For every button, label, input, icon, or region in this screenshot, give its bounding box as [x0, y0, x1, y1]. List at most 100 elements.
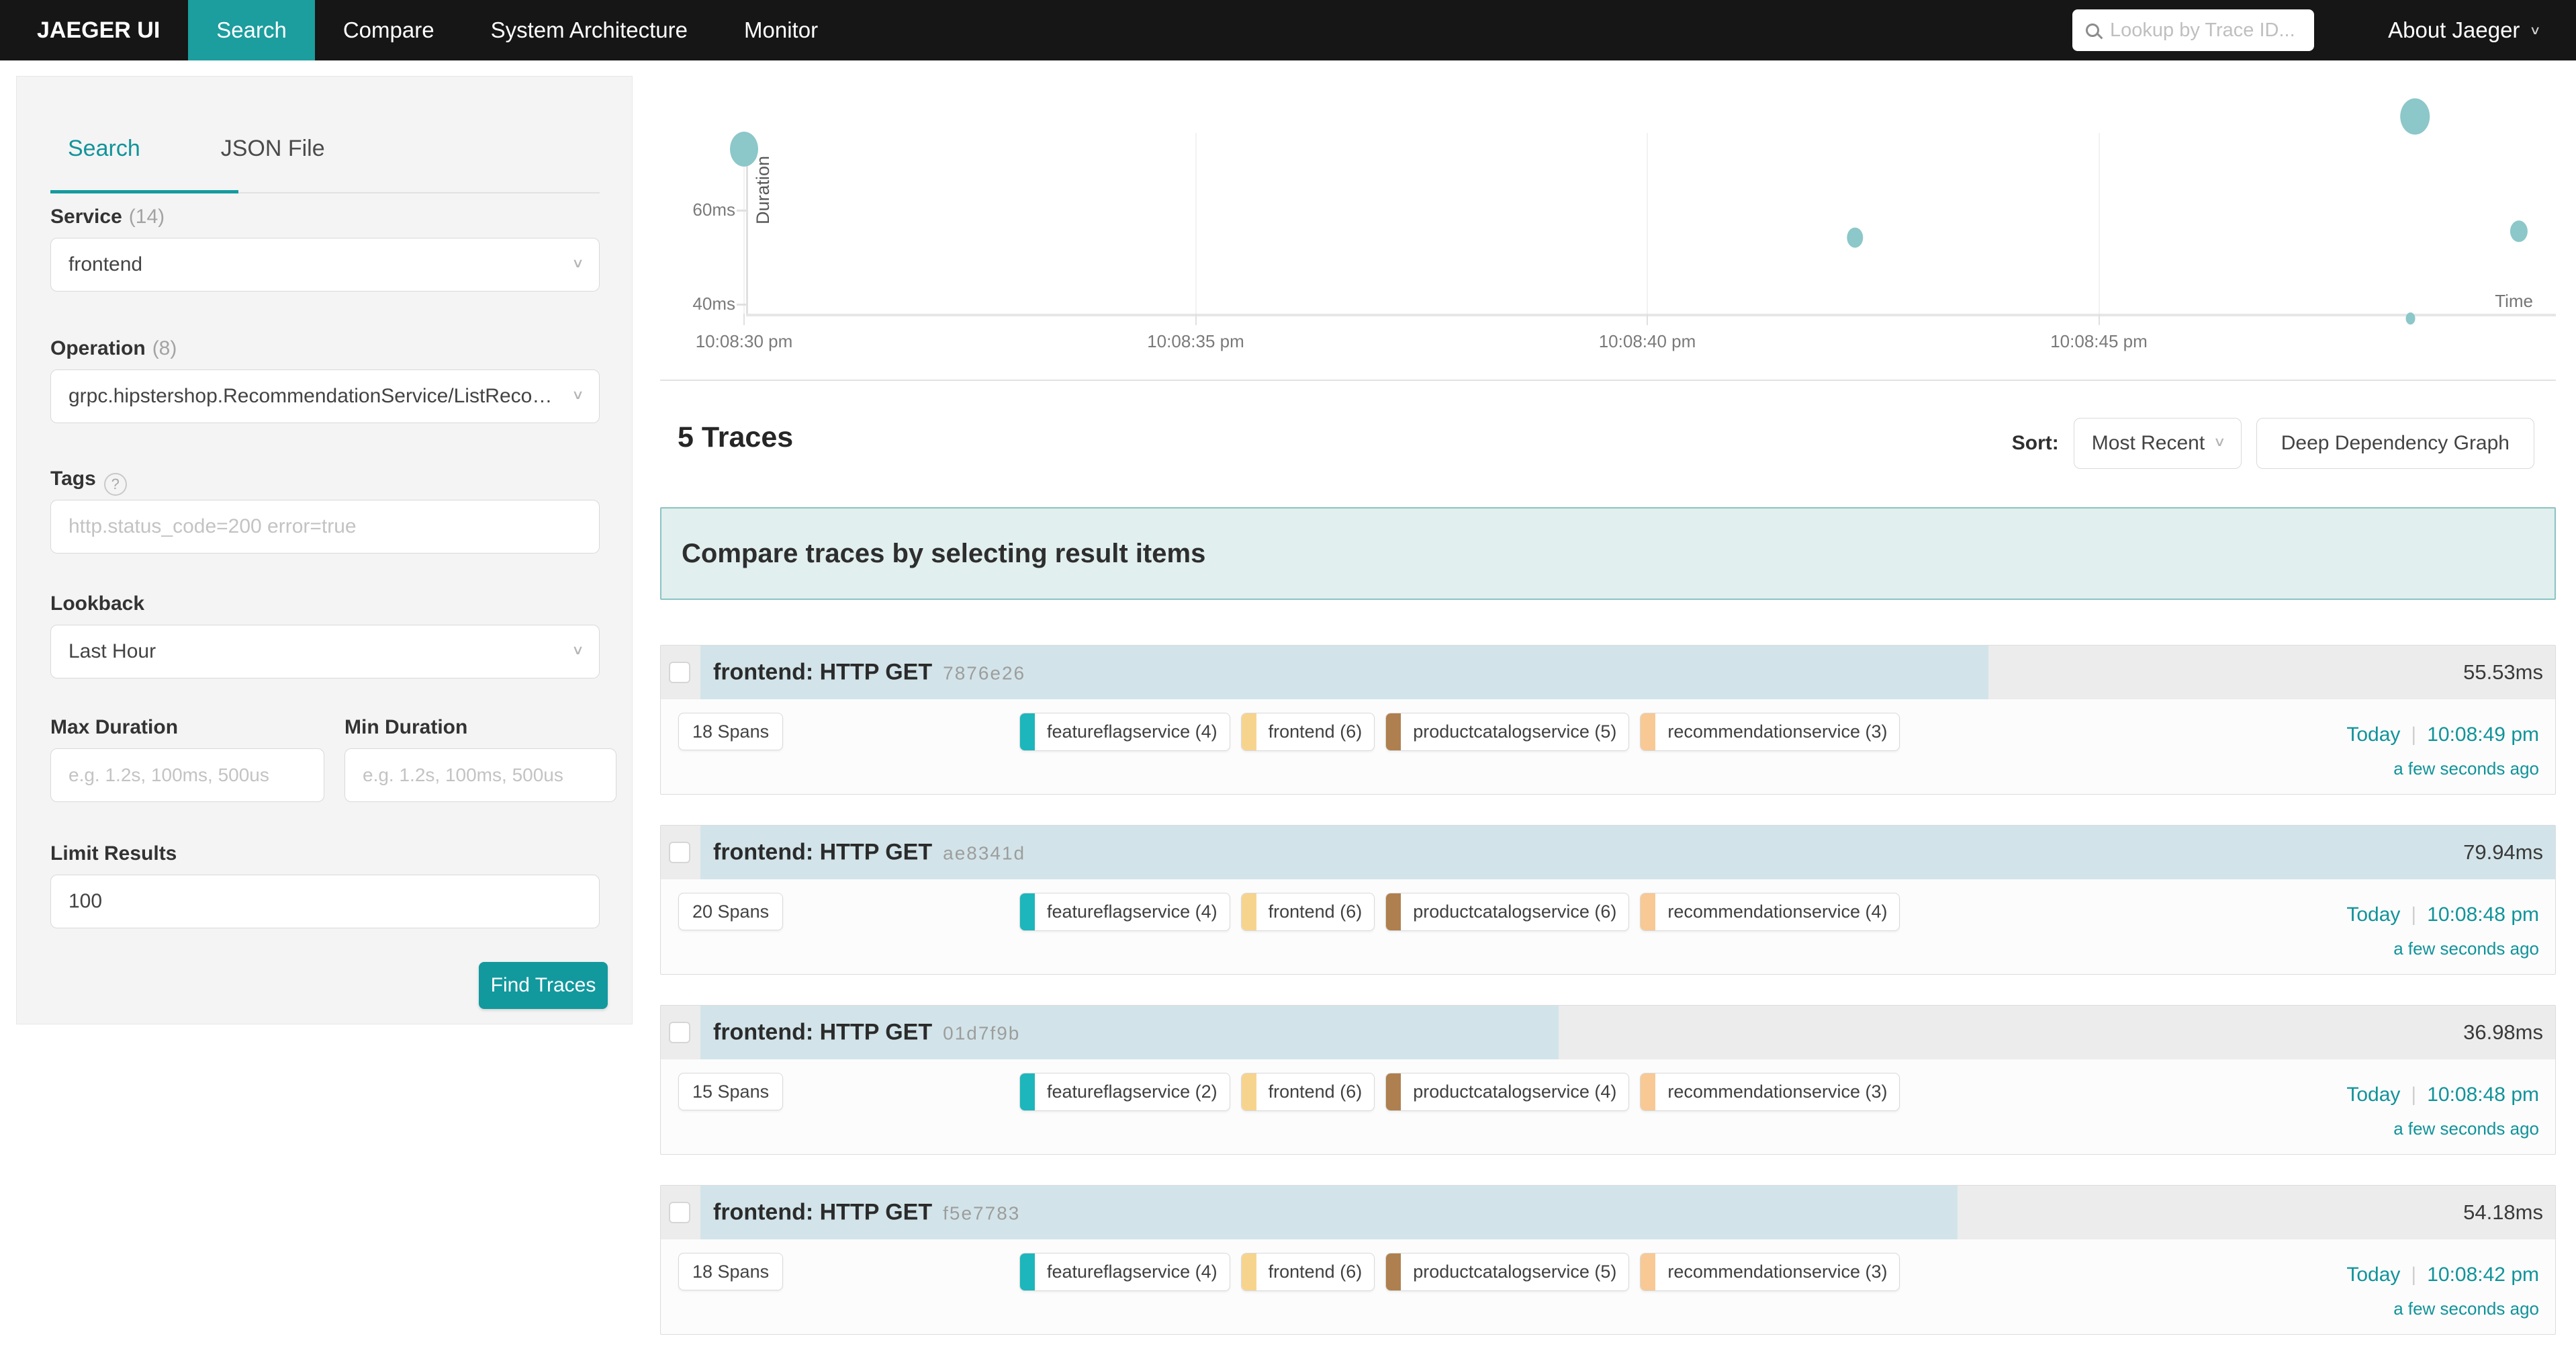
service-tag-productcatalogservice: productcatalogservice (5): [1385, 713, 1629, 751]
trace-scatter-point[interactable]: [2406, 312, 2416, 324]
sort-label: Sort:: [2012, 432, 2059, 455]
sidebar-tabs: Search JSON File: [50, 136, 342, 162]
trace-select-checkbox[interactable]: [669, 1022, 690, 1043]
tab-json-file[interactable]: JSON File: [203, 136, 342, 162]
trace-scatter-point[interactable]: [2510, 220, 2528, 242]
trace-result-card[interactable]: frontend: HTTP GET01d7f9b 36.98ms 15 Spa…: [660, 1005, 2556, 1155]
chevron-down-icon: ∨: [2529, 23, 2541, 38]
service-tag-label: productcatalogservice (6): [1401, 893, 1628, 930]
about-jaeger-menu[interactable]: About Jaeger ∨: [2388, 0, 2541, 60]
service-tag-productcatalogservice: productcatalogservice (5): [1385, 1253, 1629, 1291]
search-icon: [2086, 24, 2099, 37]
trace-duration: 79.94ms: [2463, 840, 2543, 865]
service-tag-frontend: frontend (6): [1241, 1253, 1375, 1291]
service-color-swatch: [1242, 1253, 1256, 1290]
timestamp-divider: |: [2411, 1084, 2416, 1106]
service-tag-label: recommendationservice (3): [1655, 1073, 1899, 1110]
sort-select[interactable]: Most Recent ∨: [2074, 418, 2242, 469]
trace-date-link[interactable]: Today: [2346, 904, 2400, 926]
service-color-swatch: [1386, 1253, 1401, 1290]
span-count-badge[interactable]: 20 Spans: [678, 893, 783, 930]
trace-title: frontend: HTTP GET7876e26: [713, 660, 1025, 686]
tab-search[interactable]: Search: [50, 136, 158, 162]
service-color-swatch: [1386, 713, 1401, 750]
min-duration-input[interactable]: e.g. 1.2s, 100ms, 500us: [344, 748, 616, 802]
max-duration-input[interactable]: e.g. 1.2s, 100ms, 500us: [50, 748, 324, 802]
trace-timestamps: Today|10:08:48 pm a few seconds ago: [2346, 1084, 2539, 1139]
compare-banner: Compare traces by selecting result items: [660, 507, 2556, 600]
search-sidebar: Search JSON File Service(14) frontend ∨ …: [16, 76, 633, 1024]
trace-scatter-point[interactable]: [730, 132, 758, 167]
service-tag-featureflagservice: featureflagservice (2): [1019, 1073, 1230, 1111]
service-tag-featureflagservice: featureflagservice (4): [1019, 893, 1230, 931]
nav-tab-system-architecture[interactable]: System Architecture: [463, 0, 716, 60]
trace-count-title: 5 Traces: [678, 421, 793, 454]
operation-select[interactable]: grpc.hipstershop.RecommendationService/L…: [50, 369, 600, 423]
trace-title: frontend: HTTP GETae8341d: [713, 840, 1025, 866]
service-value: frontend: [68, 253, 142, 276]
trace-select-checkbox[interactable]: [669, 842, 690, 863]
trace-date-link[interactable]: Today: [2346, 1264, 2400, 1286]
service-tag-list: featureflagservice (4) frontend (6) produc…: [1019, 1253, 1900, 1291]
top-nav: JAEGER UI SearchCompareSystem Architectu…: [0, 0, 2576, 60]
trace-scatter-point[interactable]: [2400, 98, 2430, 134]
timestamp-divider: |: [2411, 1264, 2416, 1286]
trace-card-header: frontend: HTTP GET7876e26 55.53ms: [661, 646, 2555, 699]
sort-value: Most Recent: [2092, 432, 2205, 455]
limit-results-input[interactable]: 100: [50, 875, 600, 928]
span-count-badge[interactable]: 18 Spans: [678, 713, 783, 750]
nav-tab-compare[interactable]: Compare: [315, 0, 463, 60]
service-tag-label: featureflagservice (4): [1035, 1253, 1230, 1290]
trace-select-checkbox[interactable]: [669, 662, 690, 683]
chevron-down-icon: ∨: [571, 387, 584, 402]
span-count-badge[interactable]: 15 Spans: [678, 1073, 783, 1110]
trace-time-link[interactable]: 10:08:48 pm: [2427, 1084, 2539, 1106]
service-tag-recommendationservice: recommendationservice (3): [1640, 1073, 1900, 1111]
find-traces-button[interactable]: Find Traces: [479, 962, 608, 1009]
service-color-swatch: [1020, 1073, 1035, 1110]
trace-card-body: 18 Spans featureflagservice (4) frontend …: [661, 1239, 2555, 1334]
span-count-badge[interactable]: 18 Spans: [678, 1253, 783, 1290]
trace-timestamps: Today|10:08:48 pm a few seconds ago: [2346, 904, 2539, 959]
service-tag-list: featureflagservice (4)frontend (6)produc…: [1019, 713, 1900, 751]
service-tag-label: recommendationservice (4): [1655, 893, 1899, 930]
trace-time-link[interactable]: 10:08:49 pm: [2427, 723, 2539, 746]
service-color-swatch: [1242, 1073, 1256, 1110]
trace-scatter-point[interactable]: [1847, 228, 1863, 248]
nav-tabs: SearchCompareSystem ArchitectureMonitor: [188, 0, 846, 60]
service-tag-productcatalogservice: productcatalogservice (4): [1385, 1073, 1629, 1111]
lookback-select[interactable]: Last Hour ∨: [50, 625, 600, 678]
nav-tab-monitor[interactable]: Monitor: [716, 0, 846, 60]
service-color-swatch: [1641, 713, 1655, 750]
service-color-swatch: [1641, 893, 1655, 930]
trace-id: f5e7783: [943, 1203, 1020, 1224]
help-icon[interactable]: ?: [104, 473, 127, 496]
trace-time-link[interactable]: 10:08:48 pm: [2427, 904, 2539, 926]
trace-lookup-input[interactable]: Lookup by Trace ID...: [2072, 9, 2314, 51]
trace-date-link[interactable]: Today: [2346, 723, 2400, 746]
tags-label: Tags?: [50, 468, 127, 496]
chevron-down-icon: ∨: [571, 642, 584, 658]
trace-time-link[interactable]: 10:08:42 pm: [2427, 1264, 2539, 1286]
service-tag-list: featureflagservice (2)frontend (6)produc…: [1019, 1073, 1900, 1111]
service-tag-featureflagservice: featureflagservice (4): [1019, 1253, 1230, 1291]
chevron-down-icon: ∨: [2213, 434, 2226, 449]
max-duration-label: Max Duration: [50, 716, 178, 739]
trace-select-checkbox[interactable]: [669, 1202, 690, 1223]
trace-relative-time: a few seconds ago: [2346, 938, 2539, 959]
trace-result-card[interactable]: frontend: HTTP GET7876e26 55.53ms 18 Spa…: [660, 645, 2556, 795]
max-duration-placeholder: e.g. 1.2s, 100ms, 500us: [68, 764, 269, 786]
service-select[interactable]: frontend ∨: [50, 238, 600, 292]
trace-result-card[interactable]: frontend: HTTP GETf5e7783 54.18ms 18 Spa…: [660, 1185, 2556, 1335]
service-tag-recommendationservice: recommendationservice (4): [1640, 893, 1900, 931]
nav-tab-search[interactable]: Search: [188, 0, 315, 60]
service-color-swatch: [1242, 713, 1256, 750]
limit-results-value: 100: [68, 890, 102, 913]
tags-input[interactable]: http.status_code=200 error=true: [50, 500, 600, 554]
service-tag-label: productcatalogservice (4): [1401, 1073, 1628, 1110]
service-tag-recommendationservice: recommendationservice (3): [1640, 713, 1900, 751]
trace-date-link[interactable]: Today: [2346, 1084, 2400, 1106]
trace-result-card[interactable]: frontend: HTTP GETae8341d 79.94ms 20 Spa…: [660, 825, 2556, 975]
trace-relative-time: a few seconds ago: [2346, 758, 2539, 779]
deep-dependency-graph-button[interactable]: Deep Dependency Graph: [2256, 418, 2534, 469]
